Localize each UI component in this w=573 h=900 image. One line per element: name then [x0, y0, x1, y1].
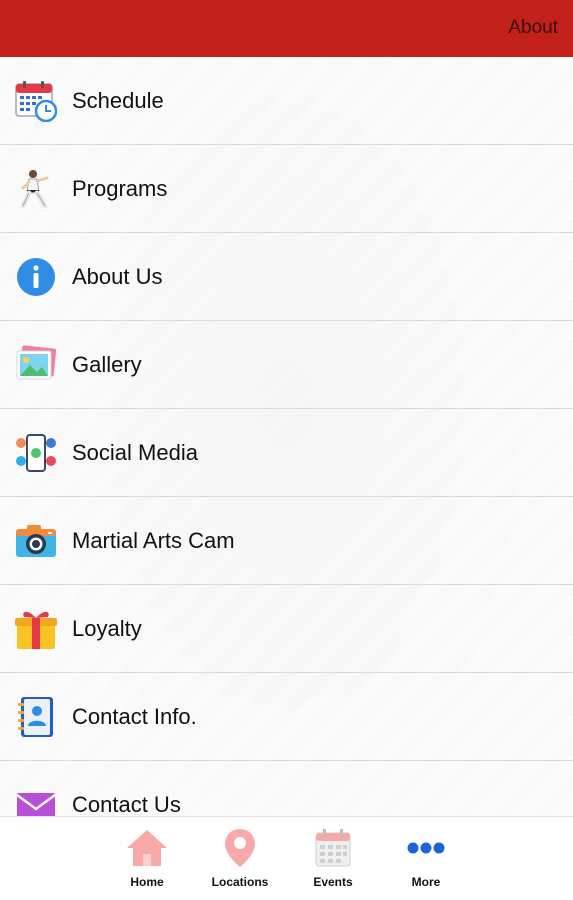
tab-events[interactable]: Events [293, 827, 373, 889]
envelope-icon [14, 783, 58, 817]
menu-item-schedule[interactable]: Schedule [0, 57, 573, 145]
menu-item-label: Martial Arts Cam [72, 527, 235, 553]
page-title: About [508, 17, 558, 38]
menu-item-label: Contact Info. [72, 703, 197, 729]
karate-person-icon [14, 167, 58, 211]
more-dots-icon [386, 827, 466, 869]
menu-item-contact-info[interactable]: Contact Info. [0, 673, 573, 761]
menu-item-martial-arts-cam[interactable]: Martial Arts Cam [0, 497, 573, 585]
menu-item-gallery[interactable]: Gallery [0, 321, 573, 409]
social-media-phone-icon [14, 431, 58, 475]
tab-home[interactable]: Home [107, 827, 187, 889]
tab-more[interactable]: More [386, 827, 466, 889]
menu-item-about-us[interactable]: About Us [0, 233, 573, 321]
bottom-tab-bar: Home Locations Events More [0, 816, 573, 900]
contact-book-icon [14, 695, 58, 739]
menu-item-label: About Us [72, 263, 163, 289]
location-pin-icon [200, 827, 280, 869]
menu-item-label: Programs [72, 175, 168, 201]
info-icon [14, 255, 58, 299]
home-icon [107, 827, 187, 869]
gallery-image-icon [14, 343, 58, 387]
tab-label: Home [130, 875, 164, 889]
gift-icon [14, 607, 58, 651]
menu-item-label: Contact Us [72, 791, 181, 817]
top-bar: About [0, 0, 573, 57]
menu-item-label: Schedule [72, 87, 164, 113]
tab-label: Events [313, 875, 353, 889]
calendar-clock-icon [14, 79, 58, 123]
menu-item-label: Gallery [72, 351, 142, 377]
menu-item-social-media[interactable]: Social Media [0, 409, 573, 497]
tab-label: More [411, 875, 441, 889]
camera-icon [14, 519, 58, 563]
menu-item-label: Social Media [72, 439, 198, 465]
tab-label: Locations [211, 875, 269, 889]
menu-item-programs[interactable]: Programs [0, 145, 573, 233]
menu-item-contact-us[interactable]: Contact Us [0, 761, 573, 817]
menu-item-loyalty[interactable]: Loyalty [0, 585, 573, 673]
tab-locations[interactable]: Locations [200, 827, 280, 889]
menu-item-label: Loyalty [72, 615, 142, 641]
menu-list: Schedule Programs About Us Gallery Socia… [0, 57, 573, 817]
calendar-icon [293, 827, 373, 869]
